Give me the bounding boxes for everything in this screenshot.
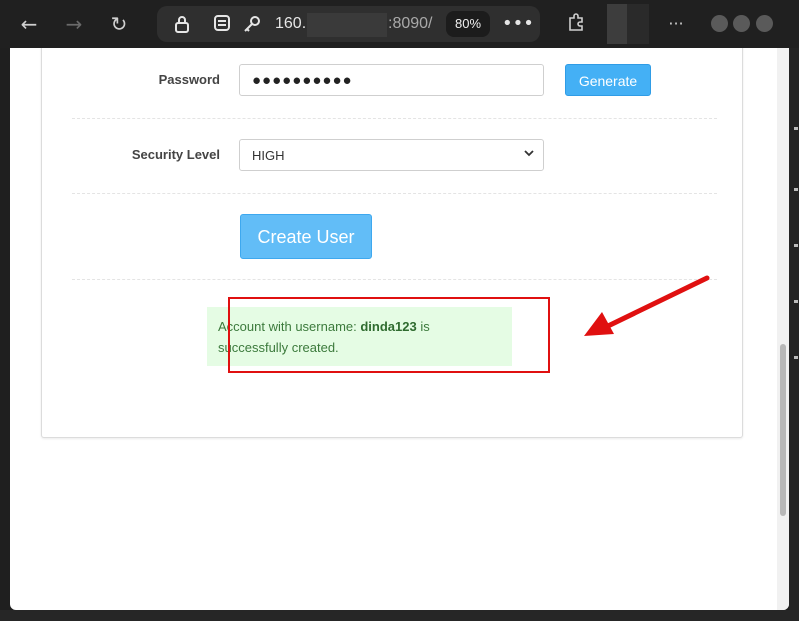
window-maximize-button[interactable] bbox=[733, 15, 750, 32]
password-masked-value: ●●●●●●●●●● bbox=[252, 72, 353, 89]
scrollbar-thumb[interactable] bbox=[780, 344, 786, 516]
form-divider bbox=[72, 118, 717, 119]
page-viewport: Password ●●●●●●●●●● Generate Security Le… bbox=[10, 48, 789, 610]
window-close-button[interactable] bbox=[756, 15, 773, 32]
security-level-label: Security Level bbox=[131, 147, 220, 162]
more-options-icon[interactable]: ••• bbox=[502, 10, 534, 38]
edge-mark bbox=[794, 356, 798, 359]
site-info-icon[interactable] bbox=[212, 14, 232, 34]
annotation-highlight-box bbox=[228, 297, 550, 373]
annotation-arrow-icon bbox=[584, 275, 710, 336]
create-user-form-card: Password ●●●●●●●●●● Generate Security Le… bbox=[41, 48, 743, 438]
edge-mark bbox=[794, 127, 798, 130]
url-redacted-block bbox=[307, 13, 387, 37]
extensions-puzzle-icon[interactable] bbox=[563, 12, 589, 36]
create-user-button[interactable]: Create User bbox=[240, 214, 372, 259]
window-minimize-button[interactable] bbox=[711, 15, 728, 32]
edge-mark bbox=[794, 300, 798, 303]
background-window-edge bbox=[789, 48, 799, 621]
back-arrow-icon[interactable]: ← bbox=[15, 10, 43, 38]
browser-menu-icon[interactable]: ··· bbox=[662, 10, 690, 38]
background-window-bottom bbox=[0, 610, 799, 621]
forward-arrow-icon[interactable]: → bbox=[60, 10, 88, 38]
url-port[interactable]: :8090/ bbox=[388, 15, 432, 33]
chevron-down-icon bbox=[523, 147, 535, 162]
form-divider bbox=[72, 193, 717, 194]
lock-icon[interactable] bbox=[172, 14, 192, 34]
reload-icon[interactable]: ↻ bbox=[105, 10, 133, 38]
page-scrollbar[interactable] bbox=[777, 48, 789, 610]
url-host-start[interactable]: 160. bbox=[275, 15, 306, 33]
edge-mark bbox=[794, 244, 798, 247]
key-icon[interactable] bbox=[242, 14, 262, 34]
redacted-extension-block bbox=[607, 4, 649, 44]
edge-mark bbox=[794, 188, 798, 191]
browser-toolbar: ← → ↻ 160. :8090/ 80% ••• ··· bbox=[0, 0, 799, 48]
security-level-select[interactable]: HIGH bbox=[239, 139, 544, 171]
password-input[interactable]: ●●●●●●●●●● bbox=[239, 64, 544, 96]
generate-password-button[interactable]: Generate bbox=[565, 64, 651, 96]
address-bar[interactable]: 160. :8090/ 80% ••• bbox=[157, 6, 540, 42]
zoom-level-badge[interactable]: 80% bbox=[446, 11, 490, 37]
password-label: Password bbox=[158, 72, 220, 87]
security-level-selected-value: HIGH bbox=[252, 148, 285, 163]
